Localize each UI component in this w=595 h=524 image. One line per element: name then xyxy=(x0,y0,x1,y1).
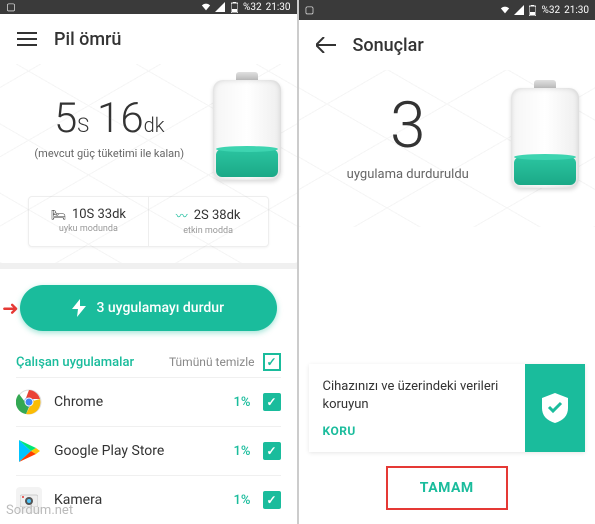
app-name: Kamera xyxy=(54,492,222,508)
wifi-icon xyxy=(500,5,510,15)
stopped-label: uygulama durduruldu xyxy=(315,167,502,182)
results-summary: 3 uygulama durduruldu xyxy=(299,70,595,227)
app-checkbox[interactable]: ✓ xyxy=(263,393,281,411)
app-pct: 1% xyxy=(234,444,251,459)
wifi-icon xyxy=(201,2,211,12)
app-name: Google Play Store xyxy=(54,443,222,459)
activity-icon: 〰 xyxy=(176,207,188,224)
bolt-icon xyxy=(72,299,86,317)
app-name: Chrome xyxy=(54,394,222,410)
sleep-value: 10S 33dk xyxy=(72,207,126,222)
remaining-subtext: (mevcut güç tüketimi ile kalan) xyxy=(16,147,203,160)
screen-results: ▢ %32 21:30 Sonuçlar 3 uygulama durdurul… xyxy=(299,0,595,524)
app-pct: 1% xyxy=(234,395,251,410)
annotation-arrow-icon: ➜ xyxy=(2,296,19,320)
done-button[interactable]: TAMAM xyxy=(390,470,504,506)
shield-icon xyxy=(525,364,585,452)
stop-apps-label: 3 uygulamayı durdur xyxy=(96,300,224,316)
screen-battery-life: ▢ %32 21:30 Pil ömrü 5S 16dk (mevcut g xyxy=(0,0,297,524)
clock-text: 21:30 xyxy=(564,5,589,16)
active-label: etkin modda xyxy=(153,226,264,236)
active-value: 2S 38dk xyxy=(194,208,241,223)
clear-all-button[interactable]: Tümünü temizle xyxy=(169,353,281,371)
active-mode-stat: 〰 2S 38dk etkin modda xyxy=(148,197,268,246)
back-icon[interactable] xyxy=(315,34,337,56)
app-indicator-icon: ▢ xyxy=(6,2,16,12)
app-checkbox[interactable]: ✓ xyxy=(263,491,281,509)
section-divider xyxy=(0,263,297,269)
app-indicator-icon: ▢ xyxy=(305,5,315,15)
sleep-mode-stat: 🛏 10S 33dk uyku modunda xyxy=(29,197,148,246)
battery-illustration xyxy=(511,80,579,190)
remaining-time: 5S 16dk (mevcut güç tüketimi ile kalan) xyxy=(16,94,203,160)
mins-value: 16 xyxy=(97,94,144,143)
status-bar: ▢ %32 21:30 xyxy=(0,0,297,14)
app-checkbox[interactable]: ✓ xyxy=(263,442,281,460)
status-bar: ▢ %32 21:30 xyxy=(299,0,595,20)
battery-pct-text: %32 xyxy=(542,5,561,16)
battery-pct-text: %32 xyxy=(243,2,262,13)
battery-summary: 5S 16dk (mevcut güç tüketimi ile kalan) … xyxy=(0,64,297,263)
bed-icon: 🛏 xyxy=(51,208,66,222)
running-apps-title: Çalışan uygulamalar xyxy=(16,355,134,370)
app-pct: 1% xyxy=(234,493,251,508)
watermark: Sordum.net xyxy=(6,503,73,518)
page-title: Sonuçlar xyxy=(353,35,424,56)
page-title: Pil ömrü xyxy=(54,29,121,50)
bottom-bar: TAMAM xyxy=(299,452,595,524)
signal-icon xyxy=(215,2,225,12)
clear-all-label: Tümünü temizle xyxy=(169,355,255,369)
mins-unit: dk xyxy=(144,113,165,137)
signal-icon xyxy=(514,5,524,15)
menu-icon[interactable] xyxy=(16,28,38,50)
list-item[interactable]: Chrome 1% ✓ xyxy=(16,377,281,426)
clock-text: 21:30 xyxy=(266,2,291,13)
app-list: Chrome 1% ✓ Google Play Store 1% ✓ Kamer… xyxy=(0,377,297,524)
select-all-checkbox[interactable] xyxy=(263,353,281,371)
running-apps-header: Çalışan uygulamalar Tümünü temizle xyxy=(0,347,297,377)
protect-card[interactable]: Cihazınızı ve üzerindeki verileri koruyu… xyxy=(309,364,586,452)
chrome-icon xyxy=(16,389,42,415)
battery-status-icon xyxy=(528,5,538,15)
stop-apps-button[interactable]: ➜ 3 uygulamayı durdur xyxy=(20,285,277,331)
stopped-count: 3 xyxy=(315,88,502,163)
mode-stats-card: 🛏 10S 33dk uyku modunda 〰 2S 38dk etkin mo… xyxy=(28,196,269,247)
hours-unit: S xyxy=(77,113,89,137)
hours-value: 5 xyxy=(54,94,77,143)
sleep-label: uyku modunda xyxy=(33,224,144,234)
list-item[interactable]: Google Play Store 1% ✓ xyxy=(16,426,281,475)
header: Pil ömrü xyxy=(0,14,297,64)
protect-message: Cihazınızı ve üzerindeki verileri koruyu… xyxy=(323,378,512,414)
header: Sonuçlar xyxy=(299,20,595,70)
play-store-icon xyxy=(16,438,42,464)
protect-action[interactable]: KORU xyxy=(323,424,512,438)
battery-status-icon xyxy=(229,2,239,12)
battery-illustration xyxy=(213,72,281,182)
